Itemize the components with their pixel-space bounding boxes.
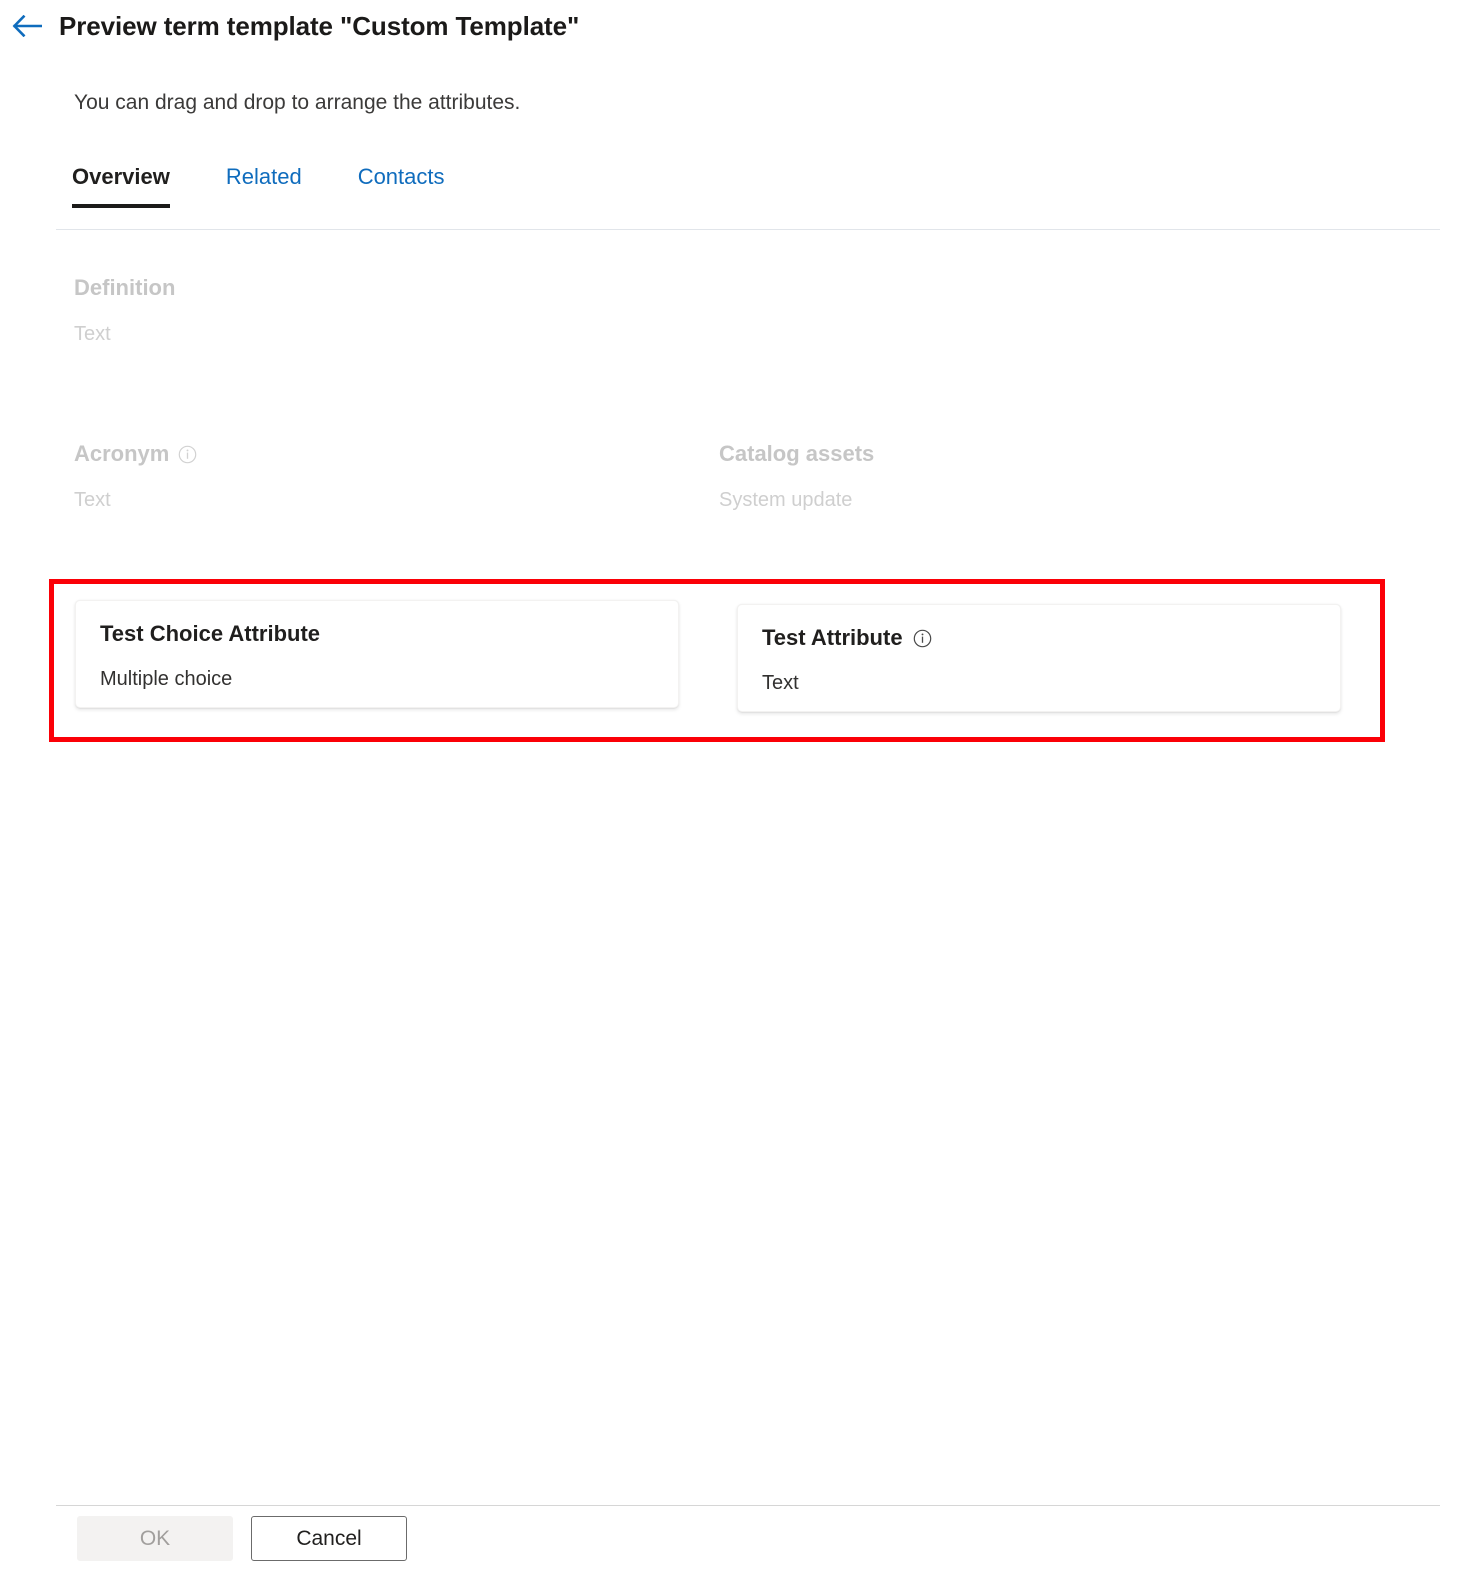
tab-contacts[interactable]: Contacts: [358, 164, 445, 208]
tab-related[interactable]: Related: [226, 164, 302, 208]
field-catalog-assets-value: System update: [719, 489, 874, 512]
info-circle-icon[interactable]: [913, 629, 932, 648]
ok-button[interactable]: OK: [77, 1516, 233, 1561]
instruction-text: You can drag and drop to arrange the att…: [74, 91, 520, 115]
tab-divider: [56, 229, 1440, 230]
field-acronym-label-text: Acronym: [74, 441, 169, 467]
attribute-card-test-attribute[interactable]: Test Attribute Text: [737, 604, 1341, 712]
field-acronym-value: Text: [74, 489, 197, 512]
back-arrow-icon[interactable]: [6, 5, 48, 47]
field-definition-label: Definition: [74, 275, 175, 301]
attribute-card-value: Text: [762, 672, 1316, 695]
field-definition: Definition Text: [74, 275, 175, 346]
footer-divider: [56, 1505, 1440, 1506]
cancel-button[interactable]: Cancel: [251, 1516, 407, 1561]
attribute-card-test-choice-attribute[interactable]: Test Choice Attribute Multiple choice: [75, 600, 679, 708]
attribute-card-value: Multiple choice: [100, 668, 654, 691]
field-definition-value: Text: [74, 323, 175, 346]
attribute-card-title: Test Attribute: [762, 625, 1316, 651]
attribute-card-title-text: Test Choice Attribute: [100, 621, 320, 647]
field-catalog-assets-label: Catalog assets: [719, 441, 874, 467]
field-catalog-assets: Catalog assets System update: [719, 441, 874, 512]
footer-actions: OK Cancel: [77, 1516, 407, 1561]
field-acronym: Acronym Text: [74, 441, 197, 512]
field-acronym-label: Acronym: [74, 441, 197, 467]
page-title: Preview term template "Custom Template": [59, 11, 579, 42]
tab-overview[interactable]: Overview: [72, 164, 170, 208]
info-circle-icon[interactable]: [178, 445, 197, 464]
attribute-card-title-text: Test Attribute: [762, 625, 903, 651]
tab-bar: Overview Related Contacts: [72, 164, 501, 208]
attribute-card-title: Test Choice Attribute: [100, 621, 654, 647]
page-header: Preview term template "Custom Template": [0, 0, 1460, 52]
